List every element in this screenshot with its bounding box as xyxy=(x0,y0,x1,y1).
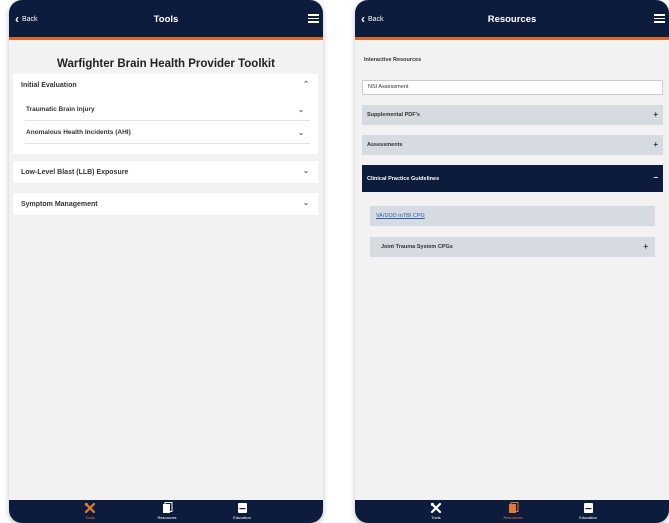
chevron-up-icon: ⌃ xyxy=(303,81,309,88)
plus-icon: + xyxy=(653,110,658,119)
tab-resources[interactable]: Resources xyxy=(142,502,192,520)
tools-screen-content: ‹ Back Tools Warfighter Brain Health Pro… xyxy=(9,0,323,523)
accordion-label: Joint Trauma System CPGs xyxy=(381,244,453,250)
tools-icon xyxy=(84,502,96,514)
chevron-down-icon: ⌄ xyxy=(303,200,309,207)
accordion-header-initial-evaluation[interactable]: Initial Evaluation ⌃ xyxy=(13,74,318,96)
accordion-joint-trauma-system-cpgs[interactable]: Joint Trauma System CPGs + xyxy=(370,237,655,257)
tab-resources[interactable]: Resources xyxy=(488,502,538,520)
education-icon xyxy=(237,503,247,513)
top-nav-bar: ‹ Back Tools xyxy=(9,0,323,40)
tools-icon xyxy=(430,502,442,514)
chevron-down-icon: ⌄ xyxy=(298,107,304,114)
accordion-clinical-practice-guidelines[interactable]: Clinical Practice Guidelines − xyxy=(362,165,663,192)
resources-screen: ‹ Back Resources Interactive Resources N… xyxy=(355,0,669,523)
subitem-traumatic-brain-injury[interactable]: Traumatic Brain Injury ⌄ xyxy=(25,99,310,121)
resources-screen-content: ‹ Back Resources Interactive Resources N… xyxy=(355,0,669,523)
tab-label: Tools xyxy=(431,515,441,520)
interactive-resources-heading: Interactive Resources xyxy=(364,57,422,63)
accordion-supplemental-pdfs[interactable]: Supplemental PDF's + xyxy=(362,105,663,125)
subitem-label: Traumatic Brain Injury xyxy=(26,106,95,113)
chevron-down-icon: ⌄ xyxy=(303,168,309,175)
tab-label: Resources xyxy=(503,515,523,520)
tab-label: Tools xyxy=(85,515,95,520)
bottom-tab-bar: Tools Resources Education xyxy=(355,500,669,523)
va-dod-mtbi-cpg-link[interactable]: VA/DOD mTBI CPG xyxy=(370,206,655,226)
tab-tools[interactable]: Tools xyxy=(411,502,461,520)
tab-label: Education xyxy=(579,515,597,520)
education-icon xyxy=(583,503,593,513)
plus-icon: + xyxy=(653,140,658,149)
toolkit-title: Warfighter Brain Health Provider Toolkit xyxy=(57,58,275,70)
tab-label: Education xyxy=(233,515,251,520)
accordion-header-symptom-management[interactable]: Symptom Management ⌄ xyxy=(13,193,318,215)
accordion-label: Clinical Practice Guidelines xyxy=(367,175,440,182)
hamburger-menu-icon[interactable] xyxy=(654,14,665,24)
resources-icon xyxy=(162,502,172,513)
tab-tools[interactable]: Tools xyxy=(65,502,115,520)
chevron-down-icon: ⌄ xyxy=(298,130,304,137)
tab-label: Resources xyxy=(157,515,177,520)
accordion-header-low-level-blast[interactable]: Low-Level Blast (LLB) Exposure ⌄ xyxy=(13,161,318,183)
resources-icon xyxy=(508,502,518,513)
accordion-label: Supplemental PDF's xyxy=(367,112,420,118)
subitem-anomalous-health-incidents[interactable]: Anomalous Health Incidents (AHI) ⌄ xyxy=(25,122,310,144)
accordion-label: Symptom Management xyxy=(21,200,98,208)
nsi-assessment-item[interactable]: NSI Assessment xyxy=(362,80,663,95)
accordion-low-level-blast[interactable]: Low-Level Blast (LLB) Exposure ⌄ xyxy=(13,161,318,183)
minus-icon: − xyxy=(653,173,658,182)
subitem-label: Anomalous Health Incidents (AHI) xyxy=(26,129,131,136)
hamburger-menu-icon[interactable] xyxy=(308,14,319,24)
tab-education[interactable]: Education xyxy=(563,502,613,520)
top-nav-bar: ‹ Back Resources xyxy=(355,0,669,40)
plus-icon: + xyxy=(643,242,648,251)
accordion-assessments[interactable]: Assessments + xyxy=(362,135,663,155)
page-title: Tools xyxy=(153,14,179,25)
accordion-label: Initial Evaluation xyxy=(21,81,77,89)
accordion-label: Assessments xyxy=(367,142,403,148)
tools-screen: ‹ Back Tools Warfighter Brain Health Pro… xyxy=(9,0,323,523)
page-title: Resources xyxy=(487,14,537,25)
tab-education[interactable]: Education xyxy=(217,502,267,520)
bottom-tab-bar: Tools Resources Education xyxy=(9,500,323,523)
accordion-symptom-management[interactable]: Symptom Management ⌄ xyxy=(13,193,318,215)
accordion-label: Low-Level Blast (LLB) Exposure xyxy=(21,168,129,176)
